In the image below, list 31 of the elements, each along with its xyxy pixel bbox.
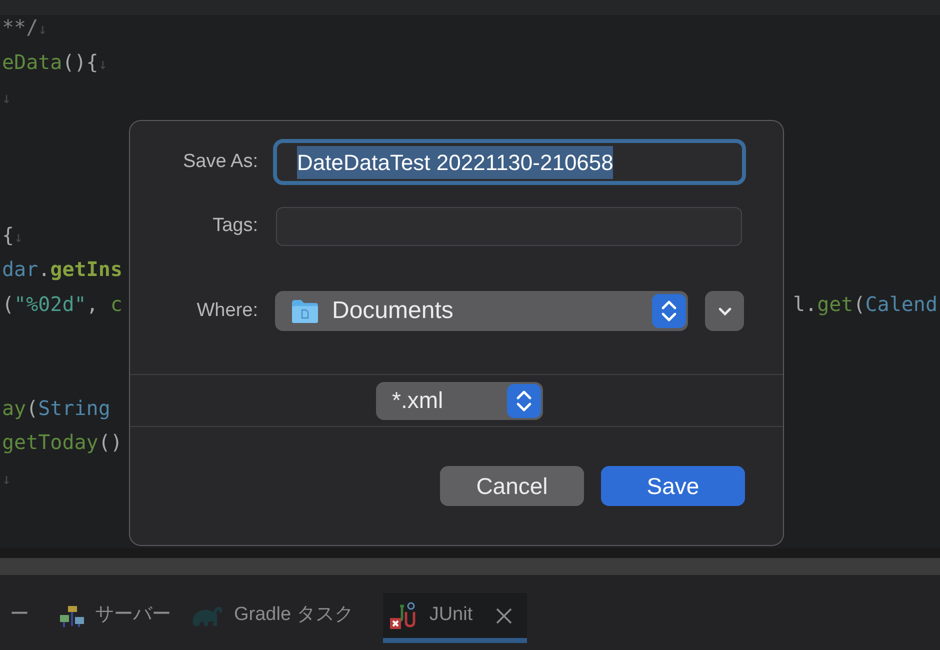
stepper-icon [507,384,541,418]
code-line: dar.getIns [2,256,122,284]
code-line: ay(String [2,394,110,422]
chevron-down-icon [718,306,732,316]
file-name-field[interactable]: DateDataTest 20221130-210658 [273,139,746,185]
save-button[interactable]: Save [601,466,745,506]
tool-window-tab[interactable]: ー [10,593,55,643]
field-label: Save As: [182,150,258,174]
horizontal-scrollbar[interactable] [0,558,940,575]
location-popup[interactable]: Documents [275,291,688,331]
folder-icon [291,298,319,324]
code-line: **/↓ [2,14,48,41]
field-label: Tags: [212,214,258,238]
code-line: l.get(Calend [793,290,938,318]
server-icon [59,604,85,628]
code-line: ("%02d", c [2,290,122,318]
code-line: ↓ [2,88,12,110]
close-icon[interactable] [494,606,513,624]
code-line: {↓ [2,222,24,249]
tool-window-tab[interactable]: JUnit [383,593,527,643]
field-label: Where: [196,298,258,323]
tool-window-tab[interactable]: サーバー [55,593,187,643]
cancel-button[interactable]: Cancel [440,466,584,506]
format-popup[interactable]: *.xml [376,382,543,420]
tool-window-tab[interactable]: Gradle タスク [187,593,370,643]
code-line: ↓ [2,468,12,490]
stepper-icon [652,294,686,328]
code-line: eData(){↓ [2,48,108,76]
tags-field[interactable] [276,207,742,246]
code-line: getToday() [2,429,122,456]
expand-button[interactable] [705,291,744,331]
